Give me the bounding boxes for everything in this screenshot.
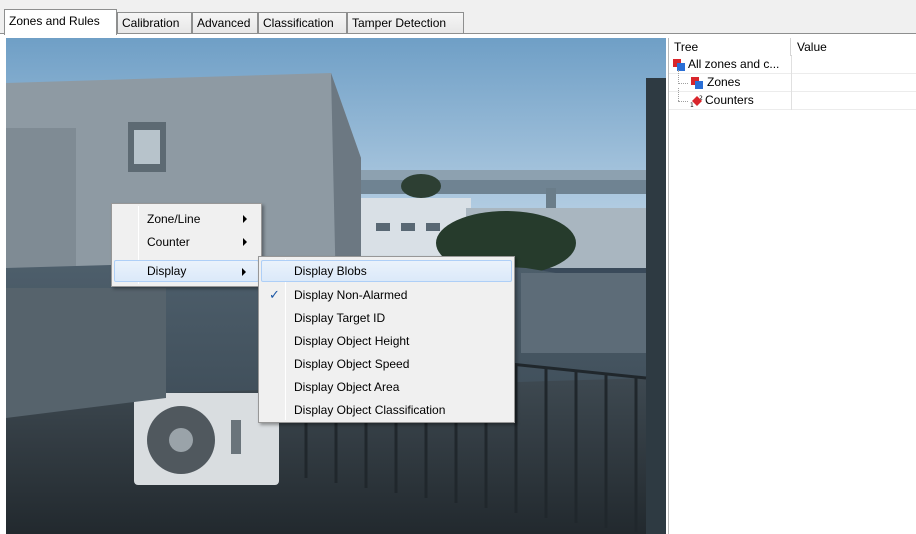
context-menu: Zone/Line Counter Display (111, 203, 262, 287)
tab-divider (0, 33, 916, 34)
submenu-arrow-icon (243, 238, 247, 246)
menu-item-label: Display Object Classification (294, 403, 446, 417)
menu-item-label: Counter (147, 235, 190, 249)
menu-item-display-object-height[interactable]: Display Object Height (261, 330, 512, 352)
counters-icon: 1 2 (690, 94, 704, 109)
tree-connector (678, 70, 679, 84)
tree-value-divider (791, 56, 792, 74)
menu-item-label: Display Object Height (294, 334, 410, 348)
menu-item-display-target-id[interactable]: Display Target ID (261, 307, 512, 329)
display-submenu: Display Blobs ✓ Display Non-Alarmed Disp… (258, 256, 515, 423)
menu-item-label: Display Object Speed (294, 357, 410, 371)
tree-row-label: All zones and c... (688, 57, 780, 71)
tab-advanced[interactable]: Advanced (192, 12, 258, 34)
tree-column-header[interactable]: Tree (669, 38, 791, 56)
tab-label: Tamper Detection (352, 16, 447, 30)
tab-strip: Zones and Rules Calibration Advanced Cla… (0, 0, 916, 35)
svg-text:1: 1 (690, 102, 694, 108)
tab-zones-and-rules[interactable]: Zones and Rules (4, 9, 117, 35)
menu-item-label: Display (147, 264, 187, 278)
tree-connector (678, 88, 679, 101)
menu-item-zone-line[interactable]: Zone/Line (114, 208, 259, 230)
menu-item-label: Display Target ID (294, 311, 386, 325)
tab-label: Zones and Rules (9, 14, 100, 28)
tree-row-counters[interactable]: 1 2 Counters (669, 88, 916, 110)
menu-item-counter[interactable]: Counter (114, 231, 259, 253)
tree-connector (678, 101, 688, 102)
menu-item-label: Display Blobs (294, 264, 367, 278)
tab-label: Calibration (122, 16, 180, 30)
tab-calibration[interactable]: Calibration (117, 12, 192, 34)
tab-label: Classification (263, 16, 334, 30)
menu-item-display-object-speed[interactable]: Display Object Speed (261, 353, 512, 375)
menu-item-display-object-area[interactable]: Display Object Area (261, 376, 512, 398)
tree-header: Tree Value (669, 38, 916, 56)
menu-item-label: Display Object Area (294, 380, 400, 394)
tree-row-label: Counters (705, 93, 754, 107)
tab-tamper-detection[interactable]: Tamper Detection (347, 12, 464, 34)
submenu-arrow-icon (242, 268, 246, 276)
tree-value-divider (791, 92, 792, 110)
tab-label: Advanced (197, 16, 251, 30)
menu-item-display-non-alarmed[interactable]: ✓ Display Non-Alarmed (261, 284, 512, 306)
zones-icon (690, 76, 704, 90)
menu-item-display[interactable]: Display (114, 260, 259, 282)
zones-tree-panel: Tree Value All zones and c... Zones 1 2 … (668, 38, 916, 534)
tree-row-zones[interactable]: Zones (669, 70, 916, 92)
menu-item-display-blobs[interactable]: Display Blobs (261, 260, 512, 282)
menu-item-display-object-classification[interactable]: Display Object Classification (261, 399, 512, 421)
submenu-arrow-icon (243, 215, 247, 223)
tree-row-label: Zones (707, 75, 741, 89)
tree-connector (678, 83, 688, 84)
tree-row-all-zones[interactable]: All zones and c... (669, 56, 916, 74)
tree-value-divider (791, 74, 792, 92)
value-column-header[interactable]: Value (792, 38, 916, 56)
tab-classification[interactable]: Classification (258, 12, 347, 34)
checkmark-icon: ✓ (269, 287, 280, 302)
menu-item-label: Display Non-Alarmed (294, 288, 408, 302)
all-zones-icon (672, 58, 686, 72)
menu-item-label: Zone/Line (147, 212, 201, 226)
